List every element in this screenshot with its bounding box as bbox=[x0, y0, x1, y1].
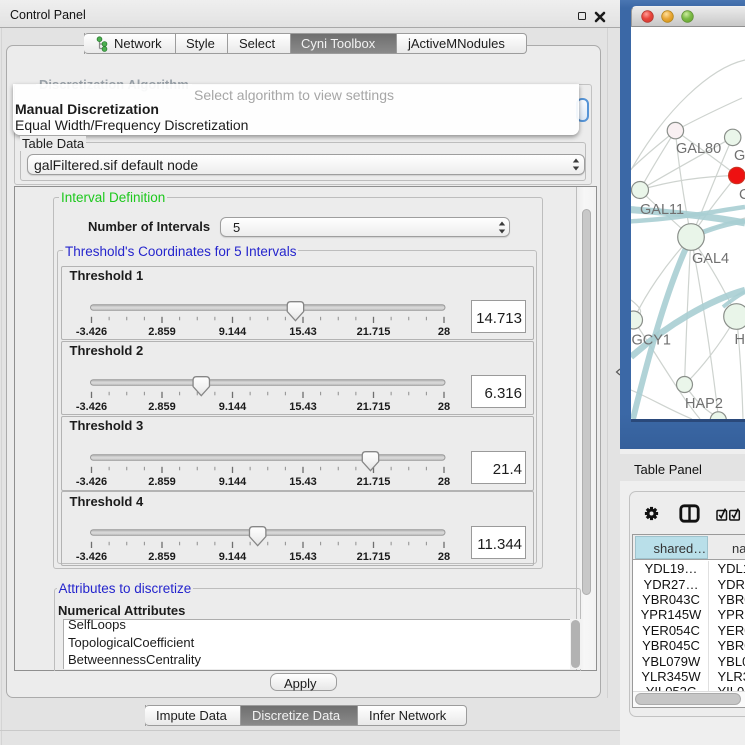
svg-text:GAL80: GAL80 bbox=[676, 141, 721, 157]
svg-text:2.859: 2.859 bbox=[148, 476, 176, 488]
svg-text:9.144: 9.144 bbox=[218, 401, 246, 413]
svg-text:21.715: 21.715 bbox=[356, 552, 390, 564]
svg-text:9.144: 9.144 bbox=[218, 476, 246, 488]
svg-text:28: 28 bbox=[437, 476, 449, 488]
svg-text:GAL11: GAL11 bbox=[640, 202, 684, 218]
svg-text:-3.426: -3.426 bbox=[75, 552, 106, 564]
svg-text:21.715: 21.715 bbox=[356, 476, 390, 488]
svg-text:HA: HA bbox=[735, 332, 745, 348]
svg-text:28: 28 bbox=[437, 401, 449, 413]
svg-text:9.144: 9.144 bbox=[218, 552, 246, 564]
svg-text:21.715: 21.715 bbox=[356, 326, 390, 338]
svg-text:9.144: 9.144 bbox=[218, 326, 246, 338]
svg-text:28: 28 bbox=[437, 552, 449, 564]
svg-text:2.859: 2.859 bbox=[148, 552, 176, 564]
svg-text:GAL4: GAL4 bbox=[692, 251, 729, 267]
svg-text:21.715: 21.715 bbox=[356, 401, 390, 413]
svg-text:GCY1: GCY1 bbox=[632, 333, 672, 349]
svg-text:GA: GA bbox=[734, 148, 745, 164]
svg-text:15.43: 15.43 bbox=[289, 401, 317, 413]
svg-text:C: C bbox=[739, 187, 745, 203]
svg-text:28: 28 bbox=[437, 326, 449, 338]
svg-text:2.859: 2.859 bbox=[148, 401, 176, 413]
svg-text:15.43: 15.43 bbox=[289, 552, 317, 564]
svg-text:-3.426: -3.426 bbox=[75, 326, 106, 338]
svg-text:-3.426: -3.426 bbox=[75, 476, 106, 488]
svg-text:2.859: 2.859 bbox=[148, 326, 176, 338]
svg-text:15.43: 15.43 bbox=[289, 326, 317, 338]
svg-text:15.43: 15.43 bbox=[289, 476, 317, 488]
svg-text:-3.426: -3.426 bbox=[75, 401, 106, 413]
svg-text:HAP2: HAP2 bbox=[685, 396, 723, 412]
